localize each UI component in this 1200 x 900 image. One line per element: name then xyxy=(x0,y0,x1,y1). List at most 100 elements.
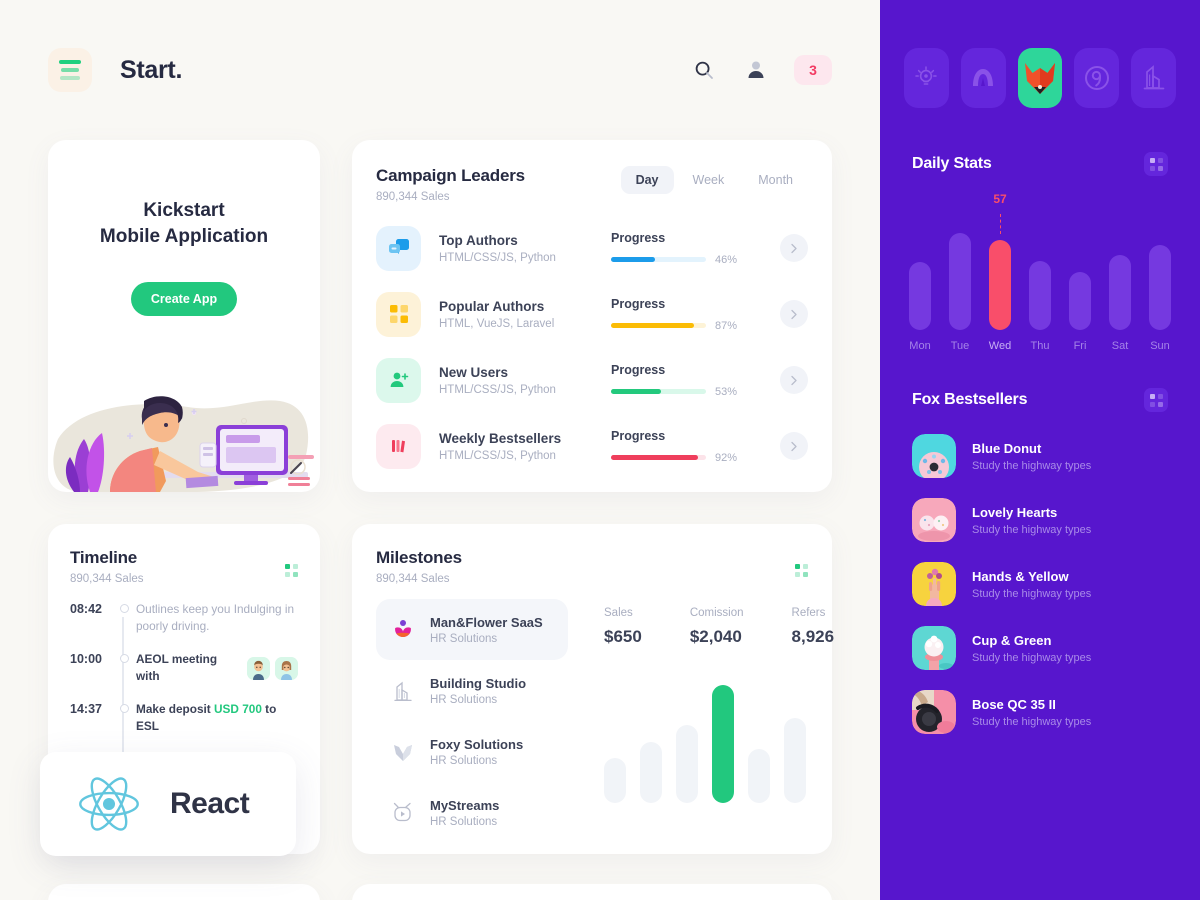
milestones-header: Milestones 890,344 Sales xyxy=(376,548,808,585)
milestones-bar xyxy=(748,749,770,803)
daily-stats-column xyxy=(1068,272,1092,330)
campaign-row[interactable]: Weekly Bestsellers HTML/CSS/JS, Python P… xyxy=(376,413,808,479)
react-overlay-card[interactable]: React xyxy=(40,752,296,856)
top-bar: Start. 3 xyxy=(0,0,880,140)
tab-month[interactable]: Month xyxy=(743,166,808,194)
stat-value: $2,040 xyxy=(689,627,742,646)
arch-icon[interactable] xyxy=(960,48,1006,108)
bestseller-sub: Study the highway types xyxy=(972,459,1092,472)
lightbulb-icon[interactable] xyxy=(904,48,949,108)
campaign-header: Campaign Leaders 890,344 Sales Day Week … xyxy=(376,166,808,203)
campaign-row[interactable]: Popular Authors HTML, VueJS, Laravel Pro… xyxy=(376,281,808,347)
timeline-time: 08:42 xyxy=(70,602,102,616)
timeline-dot xyxy=(112,701,136,713)
timeline-text-label: AEOL meeting with xyxy=(136,652,218,683)
campaign-title: Campaign Leaders xyxy=(376,166,525,185)
notification-badge[interactable]: 3 xyxy=(794,55,832,85)
milestones-bar xyxy=(784,718,806,803)
campaign-subtitle: 890,344 Sales xyxy=(376,191,450,203)
bestseller-text: Hands & Yellow Study the highway types xyxy=(972,569,1091,600)
kickstart-title-line1: Kickstart xyxy=(143,200,225,221)
chat-bubbles-icon xyxy=(376,225,421,271)
progress-fill xyxy=(611,323,694,328)
campaign-row[interactable]: Top Authors HTML/CSS/JS, Python Progress… xyxy=(376,215,808,281)
bestseller-sub: Study the highway types xyxy=(972,715,1092,728)
milestone-row[interactable]: Man&Flower SaaS HR Solutions xyxy=(376,599,568,660)
timeline-entry[interactable]: 10:00 AEOL meeting with xyxy=(70,651,298,685)
daily-stats-column xyxy=(908,262,932,330)
daily-stats-column xyxy=(1108,255,1132,330)
flower-icon xyxy=(390,619,416,641)
progress-percent: 87% xyxy=(715,319,738,332)
milestone-row[interactable]: Building Studio HR Solutions xyxy=(376,660,566,721)
daily-stats-section: Daily Stats 57 Mon Tue Wed Thu Fri Sat Sun xyxy=(880,152,1200,352)
bestseller-name: Bose QC 35 II xyxy=(972,696,1056,712)
daily-stats-bar xyxy=(1109,255,1131,330)
tv-play-icon xyxy=(390,802,416,824)
milestone-text: Building Studio HR Solutions xyxy=(430,676,526,706)
person-icon[interactable] xyxy=(742,56,770,84)
progress-track xyxy=(611,323,706,328)
hands-yellow-thumb xyxy=(912,562,956,606)
daily-stats-column xyxy=(948,233,972,330)
grid-dots-icon[interactable] xyxy=(795,564,808,577)
stat-value: 8,926 xyxy=(791,627,835,646)
grid-dots-icon[interactable] xyxy=(1144,152,1168,176)
campaign-row-tech: HTML/CSS/JS, Python xyxy=(439,251,556,264)
chevron-right-icon[interactable] xyxy=(780,432,808,460)
progress-fill xyxy=(611,257,655,262)
menu-logo-button[interactable] xyxy=(48,48,92,92)
daily-stats-day-label: Wed xyxy=(988,340,1012,352)
milestone-row[interactable]: MyStreams HR Solutions xyxy=(376,782,566,843)
campaign-row-progress: Progress 92% xyxy=(611,429,761,464)
milestones-body: Man&Flower SaaS HR Solutions Building St… xyxy=(376,599,834,843)
bestseller-row[interactable]: Blue Donut Study the highway types xyxy=(880,424,1200,488)
milestone-row[interactable]: Foxy Solutions HR Solutions xyxy=(376,721,566,782)
cup-green-thumb xyxy=(912,626,956,670)
chevron-right-icon[interactable] xyxy=(780,234,808,262)
stat-comission: Comission $2,040 xyxy=(690,607,744,647)
milestone-name: Man&Flower SaaS xyxy=(430,614,543,630)
grid-dots-icon[interactable] xyxy=(1144,388,1168,412)
stat-label: Comission xyxy=(689,607,744,619)
grid-dots-icon[interactable] xyxy=(285,564,298,577)
daily-stats-peak-label: 57 xyxy=(993,192,1007,206)
bestsellers-list: Blue Donut Study the highway types Lovely … xyxy=(880,424,1200,744)
timeline-text: Outlines keep you Indulging in poorly dr… xyxy=(136,602,295,633)
create-app-button[interactable]: Create App xyxy=(131,282,237,316)
bestseller-text: Lovely Hearts Study the highway types xyxy=(972,505,1091,536)
milestone-text: MyStreams HR Solutions xyxy=(430,798,499,828)
daily-stats-bar xyxy=(1069,272,1091,330)
progress-track xyxy=(611,257,706,262)
building-icon[interactable] xyxy=(1131,48,1176,108)
campaign-row[interactable]: New Users HTML/CSS/JS, Python Progress 5… xyxy=(376,347,808,413)
tab-day[interactable]: Day xyxy=(620,166,674,194)
main-content-area: Start. 3 Kickstart Mobile Application Cr… xyxy=(0,0,880,900)
bestseller-row[interactable]: Bose QC 35 II Study the highway types xyxy=(880,680,1200,744)
daily-stats-day-label: Mon xyxy=(909,340,931,352)
progress-label: Progress xyxy=(611,428,666,443)
bestsellers-section: Fox Bestsellers Blue Donut Study the high… xyxy=(880,388,1200,744)
bestseller-row[interactable]: Cup & Green Study the highway types xyxy=(880,616,1200,680)
tab-week[interactable]: Week xyxy=(678,166,740,194)
timeline-entry[interactable]: 08:42 Outlines keep you Indulging in poo… xyxy=(70,601,298,635)
chevron-right-icon[interactable] xyxy=(780,300,808,328)
books-icon xyxy=(376,423,421,469)
bestseller-sub: Study the highway types xyxy=(972,523,1092,536)
peek-card-left xyxy=(48,884,320,900)
fox-chevron-icon xyxy=(390,742,416,762)
search-icon[interactable] xyxy=(690,56,718,84)
bestseller-row[interactable]: Lovely Hearts Study the highway types xyxy=(880,488,1200,552)
milestones-subtitle: 890,344 Sales xyxy=(376,573,450,585)
nine-circle-icon[interactable] xyxy=(1074,48,1120,108)
chevron-right-icon[interactable] xyxy=(780,366,808,394)
daily-stats-day-label: Sat xyxy=(1111,340,1129,352)
brand-title: Start. xyxy=(120,55,183,84)
bestseller-name: Cup & Green xyxy=(972,632,1052,648)
timeline-text: AEOL meeting with xyxy=(136,651,298,685)
milestone-sub: HR Solutions xyxy=(430,754,498,767)
bestseller-row[interactable]: Hands & Yellow Study the highway types xyxy=(880,552,1200,616)
fox-logo-icon[interactable] xyxy=(1017,48,1063,108)
timeline-entry[interactable]: 14:37 Make deposit USD 700 to ESL xyxy=(70,701,298,735)
daily-stats-day-label: Tue xyxy=(950,340,970,352)
